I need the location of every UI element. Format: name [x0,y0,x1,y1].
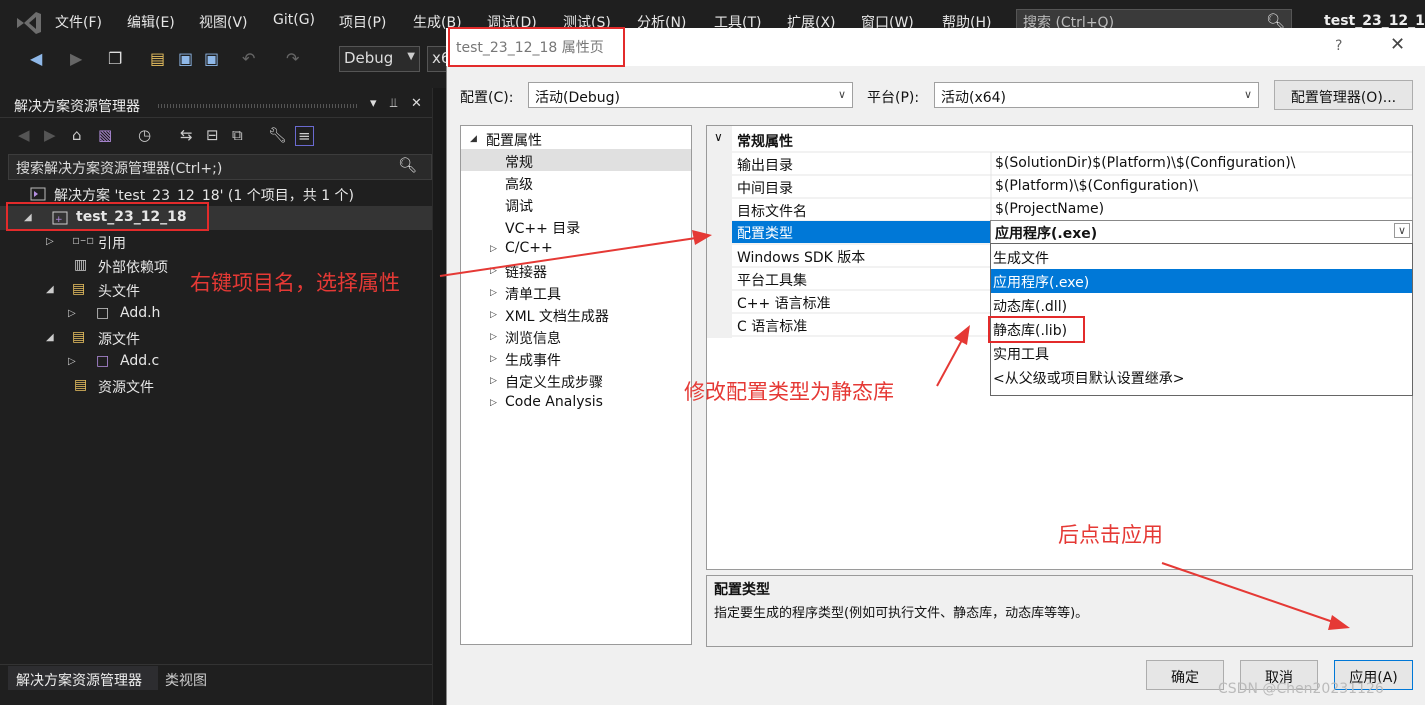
annotation-arrows [439,230,1350,630]
watermark: CSDN @Chen20231126 [1218,681,1384,697]
